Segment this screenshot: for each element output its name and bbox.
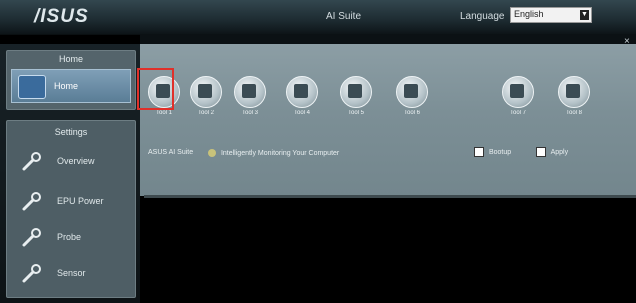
selected-tool-highlight xyxy=(137,68,174,110)
sidebar-item-label: Sensor xyxy=(57,268,86,278)
tool-glyph-icon xyxy=(294,84,308,98)
status-dot-icon xyxy=(208,149,216,157)
sidebar: Home Home Settings Overview EPU Power Pr… xyxy=(0,44,140,303)
tool-glyph-icon xyxy=(198,84,212,98)
option-label: Bootup xyxy=(488,148,512,156)
sidebar-item-label: EPU Power xyxy=(57,196,104,206)
sidebar-item-overview[interactable]: Overview xyxy=(17,147,129,175)
checkbox[interactable] xyxy=(474,147,484,157)
settings-panel-title: Settings xyxy=(54,127,88,137)
sidebar-item-sensor[interactable]: Sensor xyxy=(17,259,129,287)
sidebar-item-probe[interactable]: Probe xyxy=(17,223,129,251)
sidebar-item-home[interactable]: Home xyxy=(11,69,131,103)
language-select-value: English xyxy=(514,9,544,19)
info-middle: Intelligently Monitoring Your Computer xyxy=(208,149,339,157)
title-bar: /ISUS AI Suite Language English ▼ xyxy=(0,0,636,35)
option-apply[interactable]: Apply xyxy=(536,147,568,157)
language-label: Language xyxy=(460,11,505,22)
tool-glyph-icon xyxy=(510,84,524,98)
main-panel: Tool 1 Tool 2 Tool 3 Tool 4 Tool 5 Tool … xyxy=(140,44,636,196)
tool-glyph-icon xyxy=(242,84,256,98)
content-area xyxy=(140,198,636,303)
tool-label: Tool 6 xyxy=(403,110,420,116)
settings-panel: Settings Overview EPU Power Probe Sensor xyxy=(6,120,136,298)
tool-button-4[interactable]: Tool 4 xyxy=(278,74,326,126)
sidebar-item-label: Probe xyxy=(57,232,82,242)
tool-button-5[interactable]: Tool 5 xyxy=(332,74,380,126)
info-row: ASUS AI Suite Intelligently Monitoring Y… xyxy=(144,145,632,161)
tool-glyph-icon xyxy=(566,84,580,98)
window-title: AI Suite xyxy=(326,11,362,22)
chevron-down-icon[interactable]: ▼ xyxy=(580,10,589,20)
tool-label: Tool 4 xyxy=(293,110,310,116)
tool-label: Tool 3 xyxy=(241,110,258,116)
tool-button-3[interactable]: Tool 3 xyxy=(226,74,274,126)
tool-label: Tool 7 xyxy=(509,110,526,116)
option-label: Apply xyxy=(550,148,569,156)
home-panel: Home Home xyxy=(6,50,136,110)
tool-label: Tool 8 xyxy=(565,110,582,116)
sidebar-item-label: Home xyxy=(54,81,79,91)
tool-label: Tool 5 xyxy=(347,110,364,116)
tool-glyph-icon xyxy=(404,84,418,98)
wrench-icon xyxy=(22,192,41,211)
tool-glyph-icon xyxy=(348,84,362,98)
home-panel-title: Home xyxy=(58,54,83,64)
wrench-icon xyxy=(22,152,41,171)
wrench-icon xyxy=(22,228,41,247)
top-strip xyxy=(140,34,636,44)
checkbox[interactable] xyxy=(536,147,546,157)
tool-button-2[interactable]: Tool 2 xyxy=(182,74,230,126)
wrench-icon xyxy=(22,264,41,283)
tool-button-6[interactable]: Tool 6 xyxy=(388,74,436,126)
sidebar-item-epu-power[interactable]: EPU Power xyxy=(17,187,129,215)
info-left-text: ASUS AI Suite xyxy=(148,149,194,156)
sidebar-item-label: Overview xyxy=(57,156,95,166)
brand-logo: /ISUS xyxy=(34,6,89,27)
tool-button-8[interactable]: Tool 8 xyxy=(550,74,598,126)
info-middle-text: Intelligently Monitoring Your Computer xyxy=(220,149,340,157)
tool-button-7[interactable]: Tool 7 xyxy=(494,74,542,126)
language-select[interactable]: English ▼ xyxy=(510,7,592,23)
option-bootup[interactable]: Bootup xyxy=(474,147,511,157)
home-icon xyxy=(18,75,46,99)
